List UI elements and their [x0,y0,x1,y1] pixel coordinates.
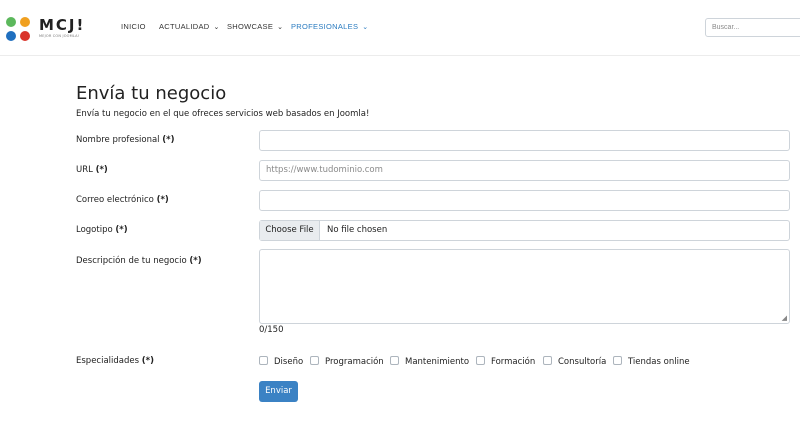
logo-tagline: MEJOR CON JOOMLA! [39,34,80,38]
checkbox-formacion[interactable]: Formación [476,356,535,367]
nombre-field[interactable] [259,130,790,151]
required-mark: (*) [115,225,128,235]
checkbox-diseno[interactable]: Diseño [259,356,303,367]
email-field[interactable] [259,190,790,211]
submit-button[interactable]: Enviar [259,381,298,402]
chevron-down-icon: ⌄ [213,24,220,31]
logotipo-label: Logotipo (*) [76,225,128,235]
checkbox-box[interactable] [310,356,319,365]
nav-label: SHOWCASE [227,22,274,31]
checkbox-mantenimiento[interactable]: Mantenimiento [390,356,469,367]
nav-label: ACTUALIDAD [159,22,210,31]
top-navbar: MCJ! MEJOR CON JOOMLA! INICIO ACTUALIDAD… [0,0,800,56]
checkbox-box[interactable] [543,356,552,365]
page-intro: Envía tu negocio en el que ofreces servi… [76,109,370,119]
logo-dot-blue [6,31,16,41]
url-label: URL (*) [76,165,108,175]
choose-file-button[interactable]: Choose File [260,221,320,240]
especialidades-label: Especialidades (*) [76,356,154,366]
nav-label: INICIO [121,22,146,31]
search-input[interactable]: Buscar... [705,18,800,37]
site-logo[interactable]: MCJ! MEJOR CON JOOMLA! [6,15,96,43]
checkbox-tiendas-online[interactable]: Tiendas online [613,356,690,367]
checkbox-programacion[interactable]: Programación [310,356,384,367]
required-mark: (*) [189,256,202,266]
required-mark: (*) [162,135,175,145]
nav-item-profesionales[interactable]: PROFESIONALES ⌄ [291,21,368,34]
descripcion-label: Descripción de tu negocio (*) [76,256,202,266]
chevron-down-icon: ⌄ [362,24,369,31]
logo-file-input[interactable]: Choose File No file chosen [259,220,790,241]
resize-handle-icon[interactable]: ◢ [782,315,787,322]
logo-dot-red [20,31,30,41]
nav-item-actualidad[interactable]: ACTUALIDAD ⌄ [159,21,220,34]
checkbox-box[interactable] [476,356,485,365]
url-field[interactable]: https://www.tudominio.com [259,160,790,181]
required-mark: (*) [156,195,169,205]
required-mark: (*) [141,356,154,366]
page-title: Envía tu negocio [76,83,227,104]
checkbox-consultoria[interactable]: Consultoría [543,356,606,367]
nav-item-inicio[interactable]: INICIO [121,21,146,33]
nombre-label: Nombre profesional (*) [76,135,175,145]
checkbox-box[interactable] [613,356,622,365]
checkbox-box[interactable] [259,356,268,365]
nav-item-showcase[interactable]: SHOWCASE ⌄ [227,21,283,34]
required-mark: (*) [95,165,108,175]
logo-dot-green [6,17,16,27]
descripcion-textarea[interactable]: ◢ [259,249,790,324]
logo-dot-orange [20,17,30,27]
logo-text: MCJ! [39,16,86,34]
char-counter: 0/150 [259,325,284,335]
file-status: No file chosen [327,225,388,235]
nav-label: PROFESIONALES [291,22,359,31]
checkbox-box[interactable] [390,356,399,365]
correo-label: Correo electrónico (*) [76,195,169,205]
chevron-down-icon: ⌄ [277,24,284,31]
